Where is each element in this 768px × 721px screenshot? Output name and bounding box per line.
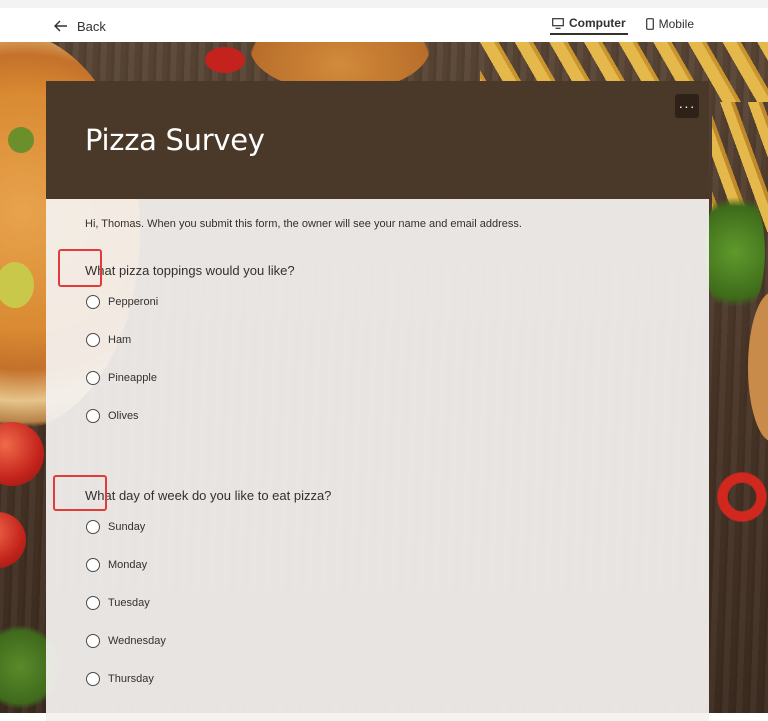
top-bar: Back Computer Mobile — [0, 0, 768, 42]
radio-button[interactable] — [86, 409, 100, 423]
more-icon: ··· — [678, 98, 696, 114]
highlight-box-question-2 — [53, 475, 107, 511]
view-switch: Computer Mobile — [549, 13, 696, 35]
highlight-box-question-1 — [58, 249, 102, 287]
radio-button[interactable] — [86, 596, 100, 610]
more-options-button[interactable]: ··· — [675, 94, 699, 118]
mobile-view-label: Mobile — [658, 17, 694, 31]
radio-button[interactable] — [86, 333, 100, 347]
radio-button[interactable] — [86, 371, 100, 385]
pepper-rings-image — [712, 462, 768, 532]
radio-button[interactable] — [86, 558, 100, 572]
option-label: Tuesday — [108, 597, 150, 609]
option-monday[interactable]: Monday — [86, 558, 147, 572]
option-ham[interactable]: Ham — [86, 333, 131, 347]
option-wednesday[interactable]: Wednesday — [86, 634, 166, 648]
form-header: Pizza Survey ··· — [46, 81, 709, 199]
option-pepperoni[interactable]: Pepperoni — [86, 295, 158, 309]
form-notice: Hi, Thomas. When you submit this form, t… — [85, 218, 522, 230]
question-1-title: What pizza toppings would you like? — [85, 263, 295, 278]
back-arrow-icon — [54, 20, 67, 32]
option-olives[interactable]: Olives — [86, 409, 139, 423]
option-label: Olives — [108, 410, 139, 422]
greens-right — [705, 182, 765, 322]
option-thursday[interactable]: Thursday — [86, 672, 154, 686]
mobile-view-tab[interactable]: Mobile — [644, 13, 696, 35]
tomato-image-2 — [0, 512, 26, 568]
computer-view-label: Computer — [568, 16, 626, 30]
question-2-title: What day of week do you like to eat pizz… — [85, 488, 332, 503]
monitor-icon — [552, 17, 564, 29]
option-label: Sunday — [108, 521, 146, 533]
radio-button[interactable] — [86, 295, 100, 309]
radio-button[interactable] — [86, 520, 100, 534]
olive-decor — [8, 127, 34, 153]
computer-view-tab[interactable]: Computer — [549, 13, 628, 35]
option-label: Ham — [108, 334, 132, 346]
form-title: Pizza Survey — [85, 123, 265, 157]
option-tuesday[interactable]: Tuesday — [86, 596, 150, 610]
chili-image — [205, 47, 245, 73]
option-sunday[interactable]: Sunday — [86, 520, 145, 534]
radio-button[interactable] — [86, 634, 100, 648]
phone-icon — [645, 18, 654, 30]
option-label: Pepperoni — [108, 296, 159, 308]
back-label: Back — [77, 18, 106, 34]
option-label: Pineapple — [108, 372, 157, 384]
tomato-image — [0, 422, 44, 486]
option-label: Wednesday — [108, 635, 166, 647]
option-label: Monday — [108, 559, 148, 571]
back-button[interactable]: Back — [54, 16, 106, 36]
option-label: Thursday — [108, 673, 154, 685]
form-card: Pizza Survey ··· Hi, Thomas. When you su… — [46, 81, 709, 721]
bun-right-image — [748, 292, 768, 442]
radio-button[interactable] — [86, 672, 100, 686]
option-pineapple[interactable]: Pineapple — [86, 371, 157, 385]
